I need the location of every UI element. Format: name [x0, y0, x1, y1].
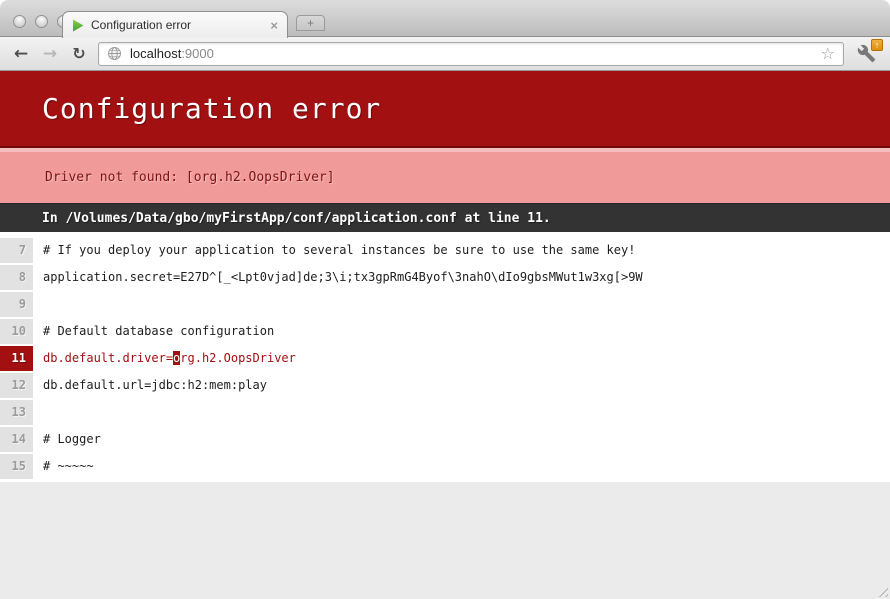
- line-number: 9: [0, 292, 33, 317]
- browser-toolbar: ← → ↻ localhost:9000 ☆ ↑: [0, 37, 890, 71]
- error-detail-text: Driver not found: [org.h2.OopsDriver]: [45, 170, 335, 185]
- page-background: [0, 482, 890, 599]
- line-code: # Default database configuration: [33, 318, 274, 345]
- line-code: db.default.url=jdbc:h2:mem:play: [33, 372, 267, 399]
- code-line: 12 db.default.url=jdbc:h2:mem:play: [0, 372, 890, 399]
- line-number: 13: [0, 400, 33, 425]
- line-number: 12: [0, 373, 33, 398]
- code-line: 7 # If you deploy your application to se…: [0, 237, 890, 264]
- line-code: [33, 399, 43, 426]
- code-line: 14 # Logger: [0, 426, 890, 453]
- page-title: Configuration error: [42, 92, 381, 125]
- window-resize-grip[interactable]: [875, 584, 888, 597]
- browser-window: Configuration error × + ← → ↻ localhost:…: [0, 0, 890, 599]
- url-port: :9000: [181, 46, 214, 61]
- bookmark-star-icon[interactable]: ☆: [821, 46, 835, 62]
- line-number: 8: [0, 265, 33, 290]
- source-location-text: In /Volumes/Data/gbo/myFirstApp/conf/app…: [42, 211, 551, 226]
- url-host: localhost: [130, 46, 181, 61]
- source-location-bar: In /Volumes/Data/gbo/myFirstApp/conf/app…: [0, 203, 890, 232]
- code-before-marker: db.default.driver=: [43, 351, 173, 365]
- code-line: 10 # Default database configuration: [0, 318, 890, 345]
- line-number: 15: [0, 454, 33, 479]
- title-bar: Configuration error × +: [0, 0, 890, 37]
- back-button[interactable]: ←: [11, 43, 31, 65]
- error-detail-banner: Driver not found: [org.h2.OopsDriver]: [0, 148, 890, 203]
- window-close-button[interactable]: [13, 15, 26, 28]
- new-tab-button[interactable]: +: [296, 15, 325, 31]
- tab-close-icon[interactable]: ×: [270, 19, 278, 32]
- line-code: # If you deploy your application to seve…: [33, 237, 635, 264]
- code-line: 13: [0, 399, 890, 426]
- line-code: # ~~~~~: [33, 453, 94, 480]
- line-number: 10: [0, 319, 33, 344]
- source-code-listing: 7 # If you deploy your application to se…: [0, 232, 890, 482]
- browser-menu-button[interactable]: ↑: [853, 41, 879, 67]
- code-after-marker: rg.h2.OopsDriver: [180, 351, 296, 365]
- line-code: db.default.driver=org.h2.OopsDriver: [33, 345, 296, 372]
- url-text[interactable]: localhost:9000: [130, 46, 214, 61]
- tab-title: Configuration error: [91, 18, 270, 32]
- address-bar[interactable]: localhost:9000 ☆: [98, 42, 844, 66]
- line-code: application.secret=E27D^[_<Lpt0vjad]de;3…: [33, 264, 643, 291]
- code-line: 8 application.secret=E27D^[_<Lpt0vjad]de…: [0, 264, 890, 291]
- line-number: 7: [0, 238, 33, 263]
- code-line: 15 # ~~~~~: [0, 453, 890, 480]
- update-badge[interactable]: ↑: [871, 39, 883, 51]
- line-number: 11: [0, 346, 33, 371]
- play-framework-icon: [72, 19, 84, 32]
- globe-icon: [107, 46, 122, 61]
- window-minimize-button[interactable]: [35, 15, 48, 28]
- line-code: # Logger: [33, 426, 101, 453]
- code-line: 9: [0, 291, 890, 318]
- page-content: Configuration error Driver not found: [o…: [0, 71, 890, 599]
- reload-button[interactable]: ↻: [69, 43, 89, 65]
- line-number: 14: [0, 427, 33, 452]
- browser-tab[interactable]: Configuration error ×: [62, 11, 288, 38]
- line-code: [33, 291, 43, 318]
- code-line-error: 11 db.default.driver=org.h2.OopsDriver: [0, 345, 890, 372]
- error-header: Configuration error: [0, 71, 890, 148]
- forward-button[interactable]: →: [40, 43, 60, 65]
